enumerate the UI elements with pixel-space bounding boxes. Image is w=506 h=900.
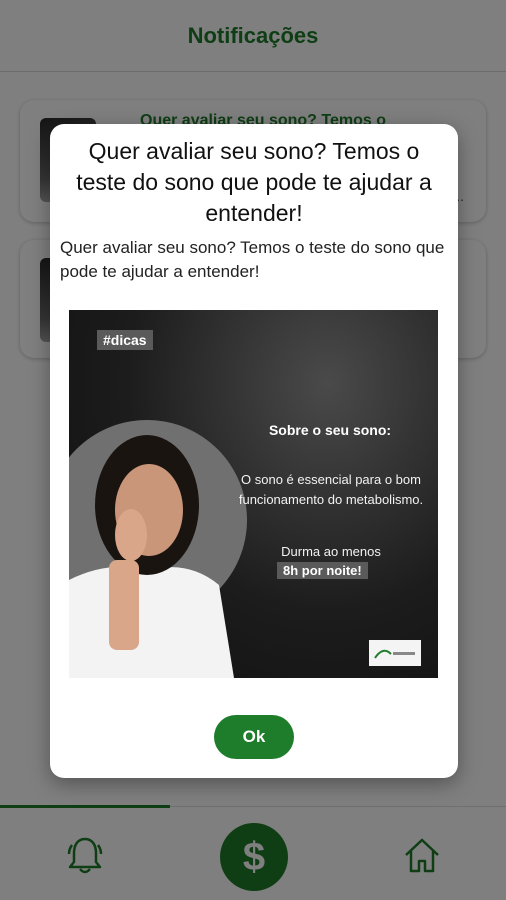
- dialog-body: Quer avaliar seu sono? Temos o teste do …: [60, 238, 445, 281]
- promo-text-secondary: Durma ao menos: [281, 544, 381, 559]
- notification-dialog: Quer avaliar seu sono? Temos o teste do …: [50, 124, 458, 778]
- promo-tag: #dicas: [97, 330, 153, 350]
- ok-button[interactable]: Ok: [214, 715, 294, 759]
- promo-logo: [369, 640, 421, 666]
- promo-text: O sono é essencial para o bom funcioname…: [238, 472, 424, 507]
- promo-image: #dicas Sobre o seu sono: O sono é essenc…: [69, 310, 438, 678]
- dialog-title: Quer avaliar seu sono? Temos o teste do …: [76, 138, 432, 226]
- promo-heading: Sobre o seu sono:: [268, 422, 392, 438]
- promo-highlight: 8h por noite!: [277, 562, 368, 579]
